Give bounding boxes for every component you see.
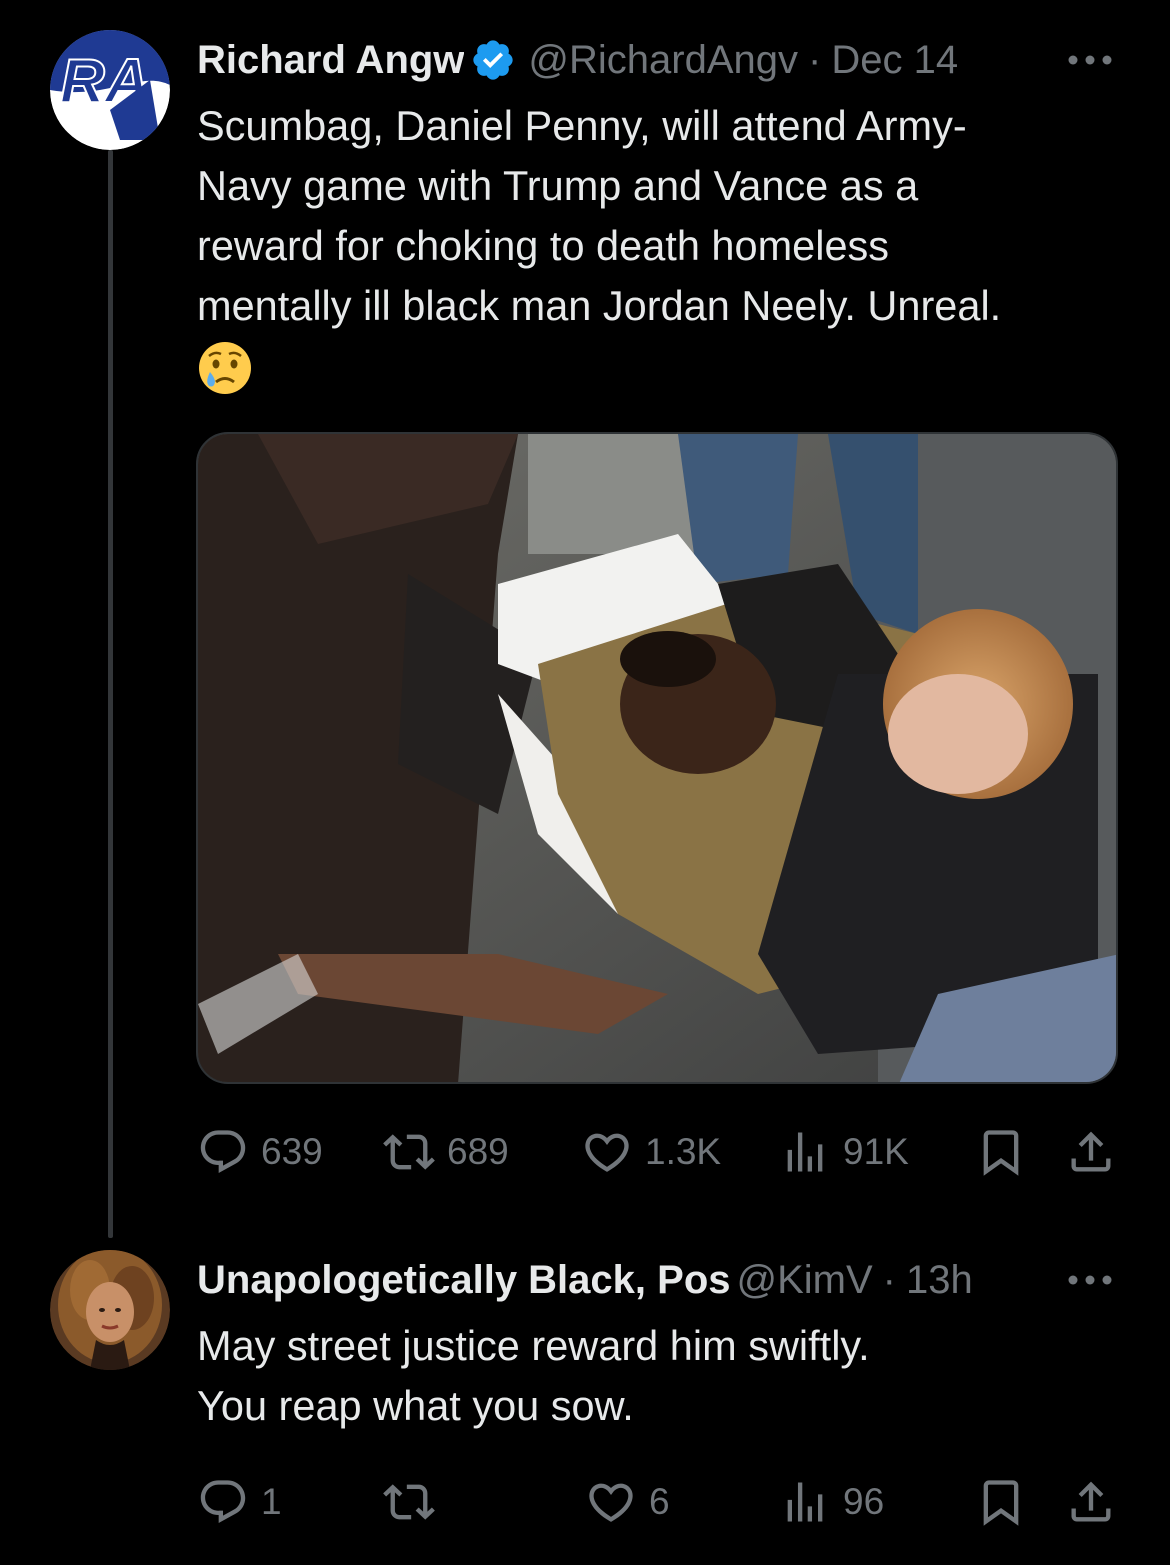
reply-button[interactable]: 639 bbox=[197, 1122, 323, 1182]
author-name[interactable]: Richard Angw bbox=[197, 30, 464, 90]
tweet-header: Unapologetically Black, Pos @KimV · 13h bbox=[197, 1250, 973, 1310]
reply-count: 1 bbox=[261, 1481, 282, 1522]
author-name[interactable]: Unapologetically Black, Pos bbox=[197, 1250, 731, 1310]
views-icon bbox=[787, 1482, 823, 1522]
crying-face-icon bbox=[199, 342, 251, 394]
author-handle[interactable]: @RichardAngv bbox=[528, 30, 798, 90]
timestamp[interactable]: 13h bbox=[906, 1250, 973, 1310]
repost-icon bbox=[383, 1134, 435, 1170]
share-button[interactable] bbox=[1065, 1122, 1117, 1182]
repost-icon bbox=[383, 1484, 435, 1520]
tweet-reply: Unapologetically Black, Pos @KimV · 13h … bbox=[0, 1240, 1170, 1565]
share-button[interactable] bbox=[1065, 1472, 1117, 1532]
like-button[interactable]: 1.3K bbox=[581, 1122, 721, 1182]
separator-dot: · bbox=[808, 38, 822, 82]
repost-count: 689 bbox=[447, 1131, 509, 1172]
reply-icon bbox=[200, 1130, 246, 1174]
timestamp[interactable]: Dec 14 bbox=[831, 30, 958, 90]
bookmark-icon bbox=[983, 1130, 1019, 1176]
like-count: 1.3K bbox=[645, 1131, 722, 1172]
reply-button[interactable]: 1 bbox=[197, 1472, 282, 1532]
author-handle[interactable]: @KimV bbox=[737, 1250, 873, 1310]
views-count: 96 bbox=[843, 1481, 885, 1522]
more-icon[interactable] bbox=[1065, 50, 1115, 70]
repost-button[interactable] bbox=[383, 1472, 447, 1532]
bookmark-button[interactable] bbox=[975, 1122, 1027, 1182]
avatar[interactable]: RA bbox=[50, 30, 170, 150]
views-button[interactable]: 91K bbox=[779, 1122, 909, 1182]
reply-count: 639 bbox=[261, 1131, 323, 1172]
share-icon bbox=[1071, 1481, 1111, 1522]
bookmark-icon bbox=[983, 1480, 1019, 1526]
views-count: 91K bbox=[843, 1131, 909, 1172]
more-icon[interactable] bbox=[1065, 1270, 1115, 1290]
bookmark-button[interactable] bbox=[975, 1472, 1027, 1532]
verified-badge-icon[interactable] bbox=[470, 37, 516, 83]
subway-scene-image bbox=[198, 434, 1116, 1082]
separator-dot: · bbox=[882, 1258, 896, 1302]
like-count: 6 bbox=[649, 1481, 670, 1522]
tweet-header: Richard Angw @RichardAngv · Dec 14 bbox=[197, 30, 958, 90]
like-icon bbox=[589, 1483, 633, 1522]
tweet-text: Scumbag, Daniel Penny, will attend Army-… bbox=[197, 102, 1002, 329]
thread-line bbox=[108, 150, 113, 1238]
repost-button[interactable]: 689 bbox=[383, 1122, 509, 1182]
share-icon bbox=[1071, 1131, 1111, 1172]
tweet-text: May street justice reward him swiftly. Y… bbox=[197, 1322, 870, 1429]
ra-logo-icon: RA bbox=[50, 30, 170, 150]
user-photo-icon bbox=[50, 1250, 170, 1370]
like-button[interactable]: 6 bbox=[585, 1472, 670, 1532]
views-button[interactable]: 96 bbox=[779, 1472, 884, 1532]
views-icon bbox=[787, 1132, 823, 1172]
tweet-actions: 1 6 96 bbox=[197, 1472, 1117, 1532]
reply-icon bbox=[200, 1480, 246, 1524]
avatar[interactable] bbox=[50, 1250, 170, 1370]
like-icon bbox=[585, 1133, 629, 1172]
tweet-main: RA Richard Angw @RichardAngv · Dec 14 Sc… bbox=[0, 0, 1170, 1240]
tweet-photo[interactable] bbox=[196, 432, 1118, 1084]
tweet-actions: 639 689 1.3K 91K bbox=[197, 1122, 1117, 1182]
